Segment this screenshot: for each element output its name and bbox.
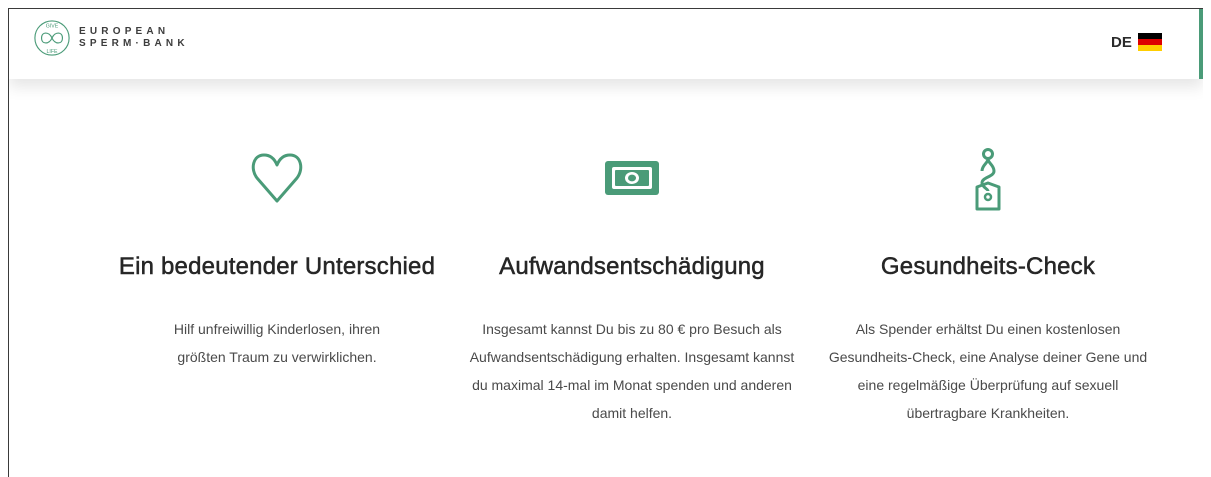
brand-line-1: EUROPEAN [79,26,170,37]
language-selector[interactable]: DE [1111,33,1162,51]
heart-icon [251,153,303,203]
feature-text: Insgesamt kannst Du bis zu 80 € pro Besu… [469,321,795,421]
feature-title: Aufwandsentschädigung [499,253,765,281]
feature-text: Hilf unfreiwillig Kinderlosen, ihren grö… [173,321,381,365]
brand-logo[interactable]: GIVE LIFE EUROPEAN SPERM·BANK [33,19,189,57]
brand-wordmark: EUROPEAN SPERM·BANK [79,26,189,50]
german-flag-icon [1137,33,1162,51]
feature-title: Ein bedeutender Unterschied [118,253,436,281]
site-header: GIVE LIFE EUROPEAN SPERM·BANK DE [9,9,1203,79]
language-code: DE [1111,33,1132,51]
features-section: Ein bedeutender Unterschied Hilf unfreiw… [9,79,1203,477]
logo-mark-bottom-text: LIFE [46,49,58,55]
stethoscope-icon [975,148,1001,211]
logo-mark-top-text: GIVE [46,24,59,30]
page-frame: GIVE LIFE EUROPEAN SPERM·BANK DE Ein bed… [8,8,1203,477]
banknote-icon [605,161,659,195]
header-accent-bar [1199,9,1203,79]
feature-title: Gesundheits-Check [880,253,1096,281]
give-life-logo-icon: GIVE LIFE [34,20,70,56]
brand-line-2: SPERM·BANK [79,38,189,49]
feature-text: Als Spender erhältst Du einen kostenlose… [828,321,1148,421]
